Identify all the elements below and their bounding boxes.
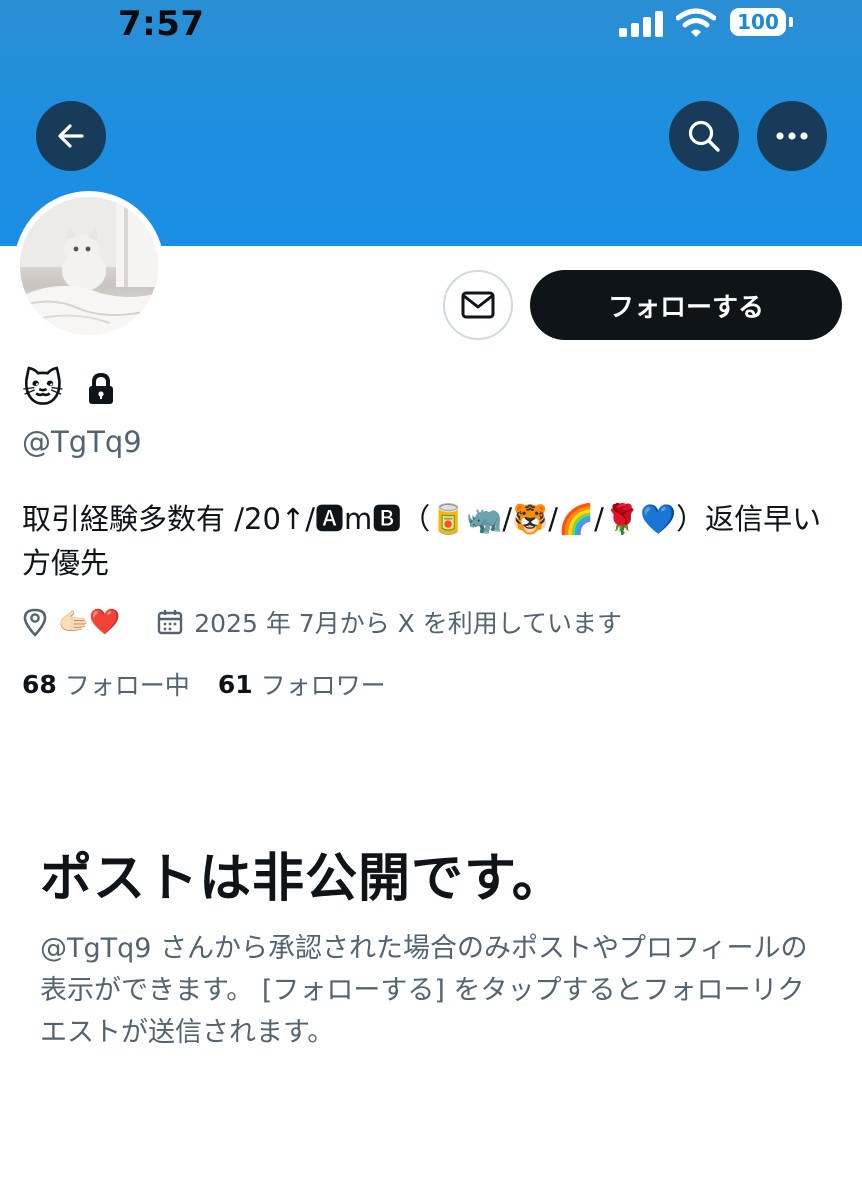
more-button[interactable] bbox=[757, 101, 827, 171]
avatar[interactable] bbox=[14, 191, 164, 341]
follow-counts: 68 フォロー中 61 フォロワー bbox=[22, 664, 386, 704]
signal-icon bbox=[619, 11, 663, 37]
back-button[interactable] bbox=[36, 101, 106, 171]
profile-meta: 🫱🏻❤️ 2025 年 7月から X を利用しています bbox=[22, 602, 622, 642]
cat-photo-graphic bbox=[20, 197, 158, 335]
private-notice-title: ポストは非公開です。 bbox=[40, 849, 565, 909]
profile-location: 🫱🏻❤️ bbox=[58, 607, 121, 636]
followers-label: フォロワー bbox=[260, 671, 386, 700]
private-notice-description: @TgTq9 さんから承認された場合のみポストやプロフィールの表示ができます。 … bbox=[40, 933, 808, 1048]
mail-icon bbox=[461, 291, 495, 319]
follow-button[interactable]: フォローする bbox=[530, 270, 842, 340]
battery-level: 100 bbox=[737, 10, 779, 34]
followers-link[interactable]: 61 フォロワー bbox=[218, 666, 386, 702]
display-name-row: 🐱 bbox=[22, 365, 116, 413]
message-button[interactable] bbox=[443, 270, 513, 340]
status-time: 7:57 bbox=[118, 4, 205, 44]
arrow-left-icon bbox=[58, 124, 84, 148]
following-count: 68 bbox=[22, 669, 57, 699]
search-button[interactable] bbox=[669, 101, 739, 171]
search-icon bbox=[688, 120, 720, 152]
battery-icon: 100 bbox=[730, 8, 786, 36]
calendar-icon bbox=[158, 610, 183, 635]
display-name: 🐱 bbox=[22, 366, 64, 412]
following-link[interactable]: 68 フォロー中 bbox=[22, 666, 190, 702]
profile-bio: 取引経験多数有 /20↑/🅰m🅱（🥫🦏/🐯/🌈/🌹💙）返信早い方優先 bbox=[22, 502, 822, 580]
battery-tip bbox=[789, 17, 793, 27]
location-icon bbox=[23, 608, 47, 637]
wifi-icon bbox=[676, 8, 716, 37]
following-label: フォロー中 bbox=[64, 671, 190, 700]
lock-icon bbox=[88, 372, 113, 404]
more-horizontal-icon bbox=[776, 132, 808, 140]
join-date: 2025 年 7月から X を利用しています bbox=[194, 609, 622, 638]
avatar-photo bbox=[20, 197, 158, 335]
followers-count: 61 bbox=[217, 669, 253, 699]
user-handle: @TgTq9 bbox=[22, 425, 142, 459]
